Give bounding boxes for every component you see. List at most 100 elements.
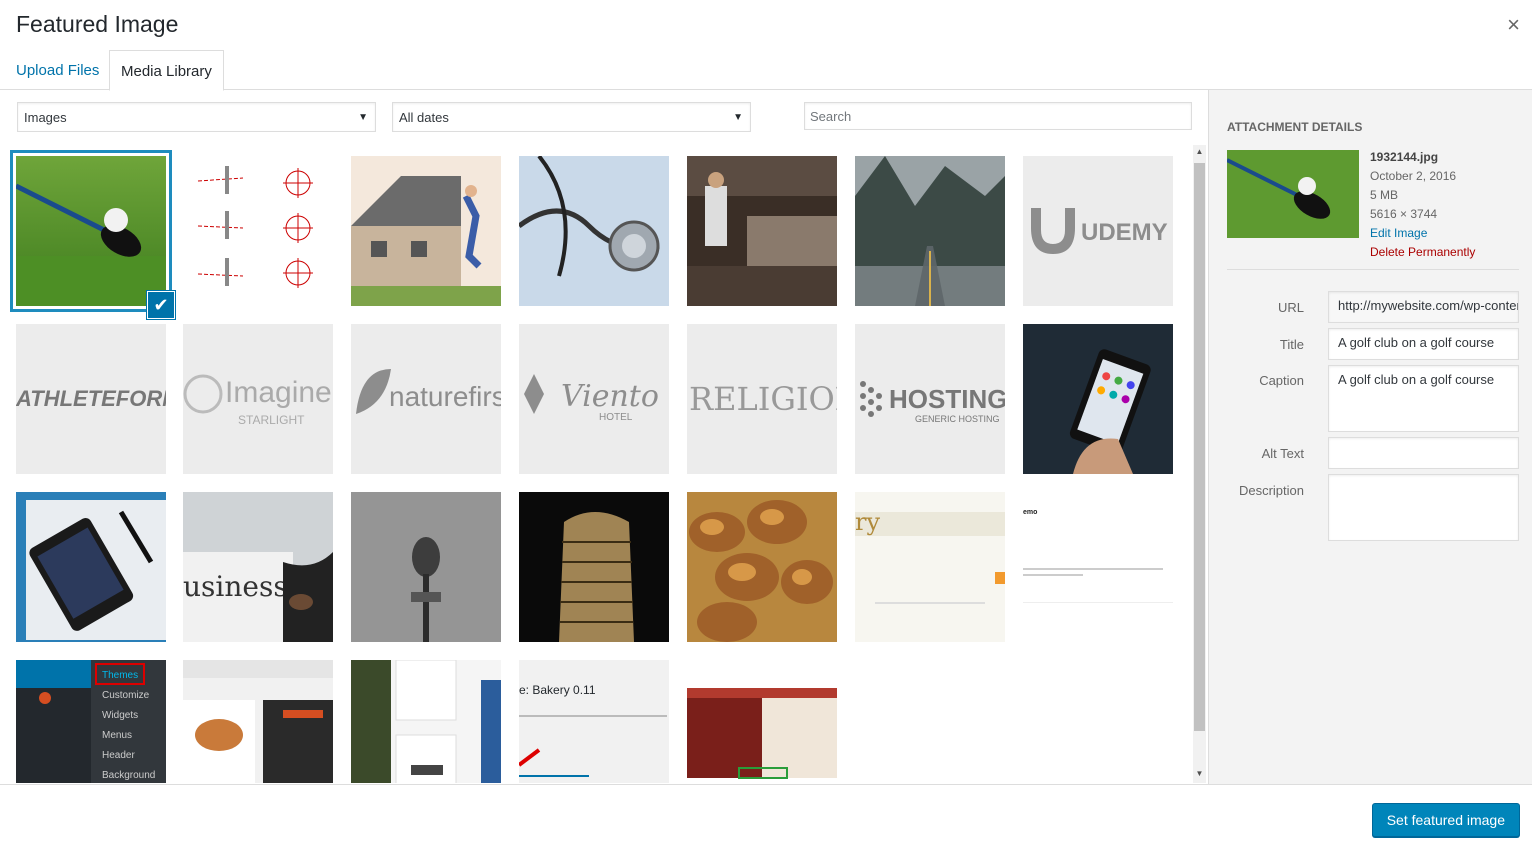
chevron-down-icon: ▼ bbox=[733, 112, 743, 123]
attachment-phone-notebook[interactable] bbox=[16, 492, 166, 642]
business-newspaper-image: usiness bbox=[183, 492, 333, 642]
tab-media-library[interactable]: Media Library bbox=[109, 50, 224, 91]
attachment-theme-screenshot[interactable]: ry bbox=[855, 492, 1005, 642]
svg-text:Header: Header bbox=[102, 750, 135, 761]
description-field[interactable] bbox=[1328, 474, 1519, 541]
media-type-filter-value: Images bbox=[24, 110, 67, 125]
scroll-up-icon[interactable]: ▲ bbox=[1193, 147, 1206, 159]
svg-text:STARLIGHT: STARLIGHT bbox=[238, 413, 305, 427]
set-featured-image-button[interactable]: Set featured image bbox=[1371, 803, 1520, 837]
attachment-stethoscope[interactable] bbox=[519, 156, 669, 306]
modal-footer: Set featured image bbox=[0, 784, 1532, 848]
stethoscope-image bbox=[519, 156, 669, 306]
screenshot-welcome-image: emo bbox=[1023, 492, 1173, 642]
description-label: Description bbox=[1238, 483, 1304, 498]
alt-text-field[interactable] bbox=[1328, 437, 1519, 469]
svg-text:Customize: Customize bbox=[102, 690, 150, 701]
divider bbox=[1227, 269, 1519, 270]
golf-ball-image bbox=[16, 156, 166, 306]
close-icon[interactable]: × bbox=[1507, 12, 1520, 38]
attachment-details-sidebar: Attachment Details 1932144.jpg October 2… bbox=[1208, 90, 1532, 784]
svg-text:Widgets: Widgets bbox=[102, 710, 138, 721]
screenshot-bakery-install-image: e: Bakery 0.11 bbox=[519, 660, 669, 783]
svg-text:HOTEL: HOTEL bbox=[599, 412, 633, 423]
scroll-down-icon[interactable]: ▼ bbox=[1193, 769, 1206, 781]
featured-image-modal: Featured Image × Upload Files Media Libr… bbox=[0, 0, 1532, 848]
tower-building-image bbox=[519, 492, 669, 642]
modal-title: Featured Image bbox=[16, 11, 179, 37]
house-jump-image bbox=[351, 156, 501, 306]
edit-image-link[interactable]: Edit Image bbox=[1370, 224, 1475, 243]
tab-upload-files[interactable]: Upload Files bbox=[5, 50, 110, 90]
svg-text:naturefirst: naturefirst bbox=[389, 381, 501, 412]
screenshot-add-themes-image bbox=[183, 660, 333, 783]
fried-chicken-image bbox=[687, 492, 837, 642]
microphone-image bbox=[351, 492, 501, 642]
svg-text:usiness: usiness bbox=[183, 570, 288, 603]
golf-swing-diagram-image bbox=[183, 156, 333, 306]
alt-text-label: Alt Text bbox=[1261, 446, 1304, 461]
religion-logo-image: RELIGION bbox=[687, 324, 837, 474]
checkmark-icon[interactable]: ✔ bbox=[147, 291, 175, 319]
svg-text:UDEMY: UDEMY bbox=[1081, 219, 1168, 246]
grid-scrollbar[interactable]: ▲ ▼ bbox=[1193, 145, 1206, 783]
attachment-customize-screenshot[interactable] bbox=[687, 660, 837, 783]
svg-text:ATHLETEFORM: ATHLETEFORM bbox=[16, 386, 166, 411]
attachment-microphone[interactable] bbox=[351, 492, 501, 642]
svg-text:ry: ry bbox=[855, 508, 880, 536]
attachment-size: 5 MB bbox=[1370, 188, 1399, 202]
date-filter[interactable]: All dates ▼ bbox=[392, 102, 751, 132]
attachment-athleteform[interactable]: ATHLETEFORM bbox=[16, 324, 166, 474]
svg-text:RELIGION: RELIGION bbox=[689, 380, 837, 418]
attachment-bakery-screenshot[interactable]: e: Bakery 0.11 bbox=[519, 660, 669, 783]
attachment-house-jump[interactable] bbox=[351, 156, 501, 306]
attachment-imagine[interactable]: Imagine STARLIGHT bbox=[183, 324, 333, 474]
caption-label: Caption bbox=[1259, 373, 1304, 388]
attachment-hostingco[interactable]: HOSTINGCO GENERIC HOSTING bbox=[855, 324, 1005, 474]
attachment-naturefirst[interactable]: naturefirst bbox=[351, 324, 501, 474]
search-input[interactable]: Search bbox=[804, 102, 1192, 130]
phone-notebook-image bbox=[16, 492, 166, 642]
title-label: Title bbox=[1279, 337, 1304, 352]
attachment-kitchen[interactable] bbox=[687, 156, 837, 306]
attachment-business[interactable]: usiness bbox=[183, 492, 333, 642]
attachment-smartphone[interactable] bbox=[1023, 324, 1173, 474]
caption-field[interactable]: A golf club on a golf course bbox=[1328, 365, 1519, 432]
attachment-fried-chicken[interactable] bbox=[687, 492, 837, 642]
screenshot-appearance-menu-image: Themes Customize Widgets Menus Header Backgr… bbox=[16, 660, 166, 783]
attachment-dimensions: 5616 × 3744 bbox=[1370, 207, 1438, 221]
attachment-golf-ball[interactable] bbox=[10, 150, 172, 312]
attachment-forest-road[interactable] bbox=[855, 156, 1005, 306]
udemy-logo-image: UDEMY bbox=[1023, 156, 1173, 306]
naturefirst-logo-image: naturefirst bbox=[351, 324, 501, 474]
attachment-viento[interactable]: Viento HOTEL bbox=[519, 324, 669, 474]
date-filter-value: All dates bbox=[399, 110, 449, 125]
svg-text:Viento: Viento bbox=[561, 379, 659, 414]
svg-text:Themes: Themes bbox=[102, 670, 138, 681]
attachment-add-themes-screenshot[interactable] bbox=[183, 660, 333, 783]
attachment-preview bbox=[1227, 150, 1359, 238]
attachments-grid: ✔ UDEMY ATHLETEFORM Imagine STARLIGHT na… bbox=[0, 145, 1190, 783]
svg-text:Imagine: Imagine bbox=[225, 376, 332, 409]
attachment-appearance-screenshot[interactable]: Themes Customize Widgets Menus Header Backgr… bbox=[16, 660, 166, 783]
smartphone-hand-image bbox=[1023, 324, 1173, 474]
attachment-religion[interactable]: RELIGION bbox=[687, 324, 837, 474]
hostingco-logo-image: HOSTINGCO GENERIC HOSTING bbox=[855, 324, 1005, 474]
svg-text:HOSTINGCO: HOSTINGCO bbox=[889, 384, 1005, 414]
delete-permanently-link[interactable]: Delete Permanently bbox=[1370, 243, 1475, 262]
url-field[interactable]: http://mywebsite.com/wp-content/uploads/… bbox=[1328, 291, 1519, 323]
media-type-filter[interactable]: Images ▼ bbox=[17, 102, 376, 132]
attachment-tower[interactable] bbox=[519, 492, 669, 642]
attachment-golf-swing[interactable] bbox=[183, 156, 333, 306]
title-field[interactable]: A golf club on a golf course bbox=[1328, 328, 1519, 360]
svg-text:Background: Background bbox=[102, 770, 155, 781]
attachment-theme-preview-screenshot[interactable] bbox=[351, 660, 501, 783]
attachment-udemy[interactable]: UDEMY bbox=[1023, 156, 1173, 306]
chevron-down-icon: ▼ bbox=[358, 112, 368, 123]
attachment-info: 1932144.jpg October 2, 2016 5 MB 5616 × … bbox=[1370, 148, 1475, 262]
scrollbar-thumb[interactable] bbox=[1194, 163, 1205, 731]
screenshot-theme-customize-image bbox=[687, 660, 837, 783]
attachment-welcome-screenshot[interactable]: emo bbox=[1023, 492, 1173, 642]
url-label: URL bbox=[1277, 300, 1304, 315]
svg-text:Menus: Menus bbox=[102, 730, 132, 741]
